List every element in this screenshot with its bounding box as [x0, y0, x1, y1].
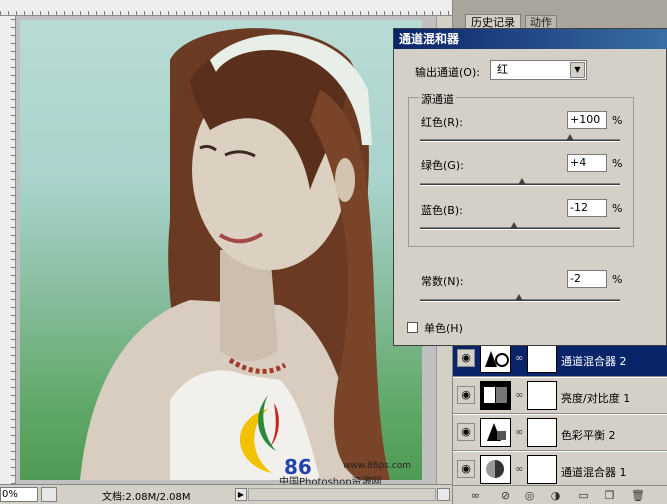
blue-channel-label: 蓝色(B): [421, 204, 463, 217]
portrait-photo[interactable]: 86 www.86ps.com [20, 20, 422, 480]
constant-label: 常数(N): [421, 275, 464, 288]
blue-channel-input[interactable]: -12 [567, 199, 607, 217]
red-channel-input[interactable]: +100 [567, 111, 607, 129]
resize-corner[interactable] [437, 488, 450, 501]
link-icon: ∞ [515, 464, 524, 475]
layers-toolbar: ∞ ⊘ ◎ ◑ ▭ ❐ 🗑 [453, 485, 667, 504]
layer-mask-thumbnail[interactable] [527, 344, 557, 373]
percent-label: % [612, 157, 623, 170]
link-icon: ∞ [515, 390, 524, 401]
layer-row[interactable]: ◉ ∞ 亮度/对比度 1 [453, 377, 667, 414]
output-channel-value: 红 [497, 63, 508, 76]
channel-mixer-thumbnail[interactable] [480, 455, 511, 484]
horizontal-ruler[interactable] [0, 0, 452, 16]
constant-input[interactable]: -2 [567, 270, 607, 288]
link-icon: ∞ [515, 427, 524, 438]
status-arrow-button[interactable]: ▶ [235, 488, 247, 501]
layer-name: 色彩平衡 2 [561, 429, 616, 442]
trash-icon[interactable]: 🗑 [631, 489, 645, 502]
folder-icon[interactable]: ▭ [577, 489, 590, 502]
output-channel-label: 输出通道(O): [415, 66, 480, 79]
adjustment-icon[interactable]: ◑ [549, 489, 562, 502]
layer-mask-thumbnail[interactable] [527, 418, 557, 447]
horizontal-scrollbar[interactable] [248, 488, 436, 501]
channel-mixer-thumbnail[interactable] [480, 344, 511, 373]
monochrome-label: 单色(H) [424, 322, 463, 335]
status-bar: 0% 文档:2.08M/2.08M ▶ [0, 484, 452, 504]
vertical-ruler[interactable] [0, 16, 16, 484]
red-channel-track[interactable] [420, 139, 620, 142]
red-channel-slider[interactable] [566, 134, 574, 141]
canvas-area[interactable]: 86 www.86ps.com 中国Photoshop资源网 [17, 17, 435, 488]
eye-icon[interactable]: ◉ [457, 460, 475, 478]
percent-label: % [612, 114, 623, 127]
zoom-field[interactable]: 0% [0, 487, 38, 502]
red-channel-label: 红色(R): [421, 116, 463, 129]
link-icon[interactable]: ∞ [469, 489, 482, 502]
eye-icon[interactable]: ◉ [457, 423, 475, 441]
layer-name: 亮度/对比度 1 [561, 392, 631, 405]
layer-mask-thumbnail[interactable] [527, 455, 557, 484]
blue-channel-track[interactable] [420, 227, 620, 230]
percent-label: % [612, 202, 623, 215]
new-layer-icon[interactable]: ❐ [603, 489, 616, 502]
green-channel-label: 绿色(G): [421, 159, 464, 172]
dialog-title[interactable]: 通道混和器 [394, 29, 667, 49]
channel-mixer-dialog: 通道混和器 输出通道(O): 红 ▼ 源通道 红色(R): +100 % 绿色(… [393, 28, 667, 346]
percent-label: % [612, 273, 623, 286]
constant-slider[interactable] [515, 294, 523, 301]
blue-channel-slider[interactable] [510, 222, 518, 229]
watermark-url: www.86ps.com [343, 461, 412, 471]
eye-icon[interactable]: ◉ [457, 386, 475, 404]
layer-row[interactable]: ◉ ∞ 色彩平衡 2 [453, 414, 667, 451]
green-channel-slider[interactable] [518, 178, 526, 185]
monochrome-checkbox[interactable] [407, 322, 418, 333]
source-channels-label: 源通道 [419, 91, 456, 107]
layer-mask-thumbnail[interactable] [527, 381, 557, 410]
document-window: 86 www.86ps.com 中国Photoshop资源网 0% 文档:2.0… [0, 0, 452, 504]
layer-name: 通道混合器 2 [561, 355, 627, 368]
status-menu-button[interactable] [41, 487, 57, 502]
brightness-contrast-thumbnail[interactable] [480, 381, 511, 410]
color-balance-thumbnail[interactable] [480, 418, 511, 447]
link-icon: ∞ [515, 353, 524, 364]
fx-icon[interactable]: ⊘ [499, 489, 512, 502]
document-size-info: 文档:2.08M/2.08M [102, 492, 191, 503]
output-channel-select[interactable]: 红 ▼ [490, 60, 587, 80]
layers-list: ◉ ∞ 通道混合器 2 ◉ ∞ 亮度/对比度 1 ◉ ∞ 色彩平衡 2 ◉ ∞ … [453, 340, 667, 488]
panel-tabs: 历史记录 动作 [453, 0, 667, 30]
green-channel-input[interactable]: +4 [567, 154, 607, 172]
chevron-down-icon[interactable]: ▼ [570, 62, 585, 78]
layer-name: 通道混合器 1 [561, 466, 627, 479]
layer-row[interactable]: ◉ ∞ 通道混合器 1 [453, 451, 667, 488]
eye-icon[interactable]: ◉ [457, 349, 475, 367]
mask-icon[interactable]: ◎ [523, 489, 536, 502]
